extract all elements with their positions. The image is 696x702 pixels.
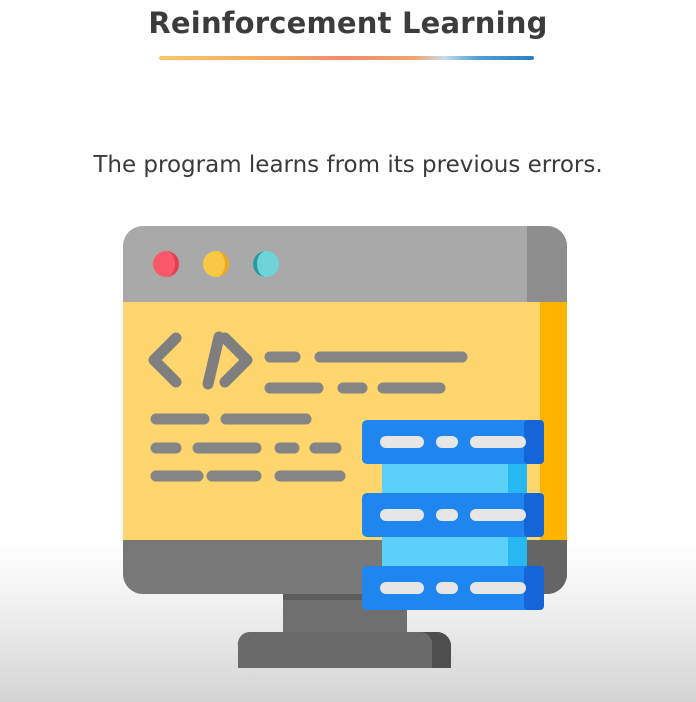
monitor-code-database-icon <box>123 226 567 668</box>
database-icon <box>362 420 544 610</box>
window-dots <box>153 251 279 277</box>
